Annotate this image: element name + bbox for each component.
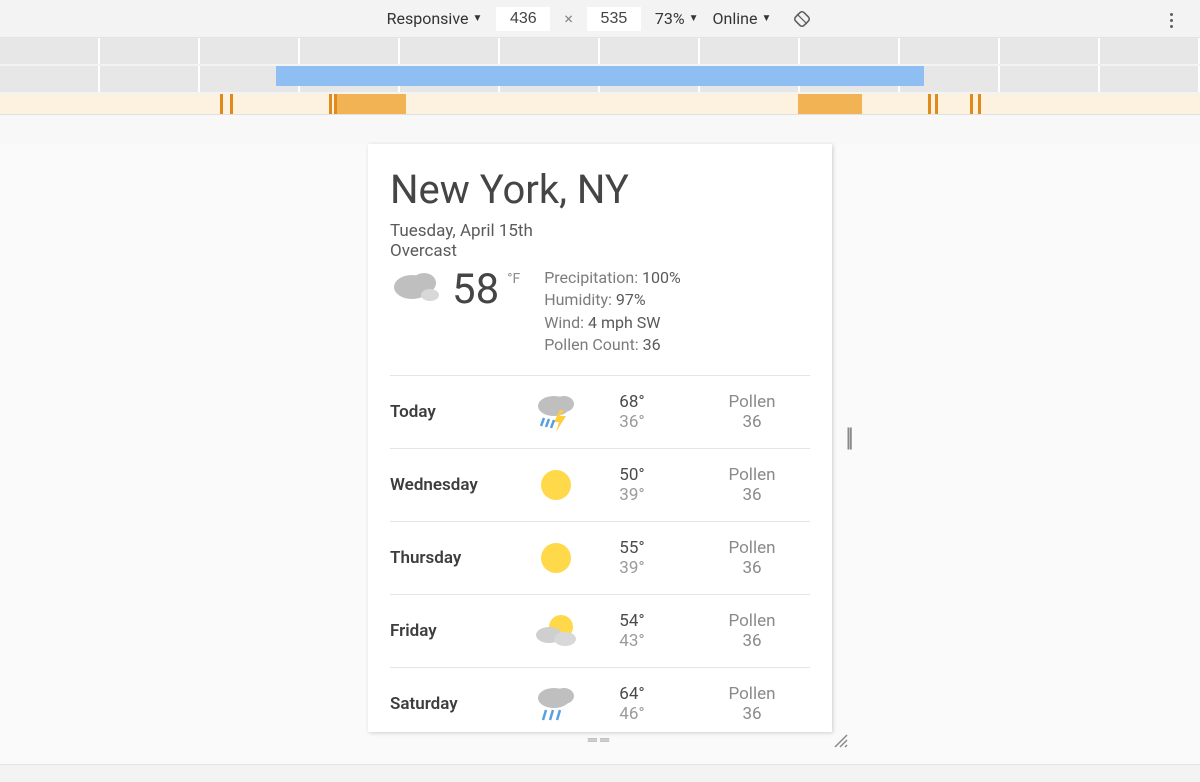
forecast-temps: 55°39° — [592, 538, 672, 578]
forecast-pollen: Pollen36 — [702, 611, 802, 651]
precip-value: 100% — [642, 268, 681, 287]
pollen-label: Pollen Count: — [544, 335, 639, 354]
device-frame: || ══ New York, NY Tuesday, April 15th O… — [368, 144, 832, 732]
forecast-day: Thursday — [390, 548, 520, 568]
forecast-high: 64° — [592, 684, 672, 704]
current-details: Precipitation: 100% Humidity: 97% Wind: … — [544, 267, 681, 357]
precip-label: Precipitation: — [544, 268, 638, 287]
media-query-bars — [0, 38, 1200, 115]
forecast-day: Saturday — [390, 694, 520, 714]
device-toolbar: Responsive ▼ × 73% ▼ Online ▼ — [0, 0, 1200, 38]
rotate-icon[interactable] — [791, 8, 813, 30]
zoom-label: 73% — [655, 9, 685, 28]
forecast-row: Friday 54°43° Pollen36 — [390, 595, 810, 668]
current-conditions: 58 °F Precipitation: 100% Humidity: 97% … — [390, 265, 810, 376]
resize-handle-corner[interactable] — [832, 732, 848, 748]
forecast-low: 36° — [592, 412, 672, 432]
forecast-day: Friday — [390, 621, 520, 641]
temp-unit: °F — [507, 271, 520, 287]
device-mode-select[interactable]: Responsive ▼ — [387, 9, 483, 28]
resize-handle-right[interactable]: || — [845, 423, 850, 453]
device-mode-label: Responsive — [387, 9, 469, 28]
mq-tick[interactable] — [230, 94, 233, 114]
overcast-icon — [390, 265, 444, 309]
mq-tick[interactable] — [334, 94, 337, 114]
location-title: New York, NY — [390, 166, 810, 213]
chevron-down-icon: ▼ — [689, 13, 699, 24]
dimension-separator: × — [564, 9, 573, 28]
forecast-pollen: Pollen36 — [702, 538, 802, 578]
forecast-pollen: Pollen36 — [702, 392, 802, 432]
pollen-value: 36 — [643, 335, 661, 354]
current-temp: 58 — [452, 265, 499, 314]
chevron-down-icon: ▼ — [472, 13, 482, 24]
mq-tick[interactable] — [970, 94, 973, 114]
humidity-label: Humidity: — [544, 290, 612, 309]
mq-tick[interactable] — [928, 94, 931, 114]
forecast-temps: 50°39° — [592, 465, 672, 505]
sunny-icon — [520, 465, 592, 505]
wind-value: 4 mph SW — [588, 313, 660, 332]
rain-icon — [520, 684, 592, 724]
wind-label: Wind: — [544, 313, 584, 332]
forecast-day: Today — [390, 402, 520, 422]
forecast-pollen: Pollen36 — [702, 465, 802, 505]
partly-cloudy-icon — [520, 611, 592, 651]
mq-tick[interactable] — [329, 94, 332, 114]
forecast-low: 46° — [592, 704, 672, 724]
forecast-row: Saturday 64°46° Pollen36 — [390, 668, 810, 732]
zoom-select[interactable]: 73% ▼ — [655, 9, 699, 28]
thunder-rain-icon — [520, 392, 592, 432]
mq-tick[interactable] — [220, 94, 223, 114]
forecast-high: 68° — [592, 392, 672, 412]
throttle-label: Online — [713, 9, 758, 28]
chevron-down-icon: ▼ — [761, 13, 771, 24]
viewport-canvas: || ══ New York, NY Tuesday, April 15th O… — [0, 144, 1200, 764]
forecast-row: Thursday 55°39° Pollen36 — [390, 522, 810, 595]
forecast-low: 39° — [592, 485, 672, 505]
resize-handle-bottom[interactable]: ══ — [588, 732, 612, 748]
forecast-high: 54° — [592, 611, 672, 631]
forecast-temps: 68°36° — [592, 392, 672, 432]
forecast-high: 55° — [592, 538, 672, 558]
viewport-height-input[interactable] — [587, 7, 641, 31]
date-text: Tuesday, April 15th — [390, 221, 810, 241]
forecast-low: 39° — [592, 558, 672, 578]
throttle-select[interactable]: Online ▼ — [713, 9, 772, 28]
forecast-list: Today68°36°Pollen36Wednesday50°39°Pollen… — [390, 376, 810, 732]
more-options-icon[interactable] — [1160, 9, 1182, 31]
breakpoint-blue-row[interactable] — [0, 66, 1200, 92]
sunny-icon — [520, 538, 592, 578]
mq-tick[interactable] — [935, 94, 938, 114]
forecast-temps: 64°46° — [592, 684, 672, 724]
forecast-temps: 54°43° — [592, 611, 672, 651]
condition-text: Overcast — [390, 241, 810, 261]
mq-segment[interactable] — [334, 94, 406, 114]
breakpoint-range-bar[interactable] — [276, 66, 924, 86]
breakpoint-top-row — [0, 38, 1200, 64]
viewport-width-input[interactable] — [496, 7, 550, 31]
weather-card: New York, NY Tuesday, April 15th Overcas… — [368, 144, 832, 732]
forecast-row: Wednesday 50°39° Pollen36 — [390, 449, 810, 522]
forecast-high: 50° — [592, 465, 672, 485]
mq-tick[interactable] — [978, 94, 981, 114]
forecast-pollen: Pollen36 — [702, 684, 802, 724]
forecast-row: Today 68°36° Pollen36 — [390, 376, 810, 449]
humidity-value: 97% — [616, 290, 646, 309]
forecast-day: Wednesday — [390, 475, 520, 495]
breakpoint-orange-row[interactable] — [0, 94, 1200, 114]
forecast-low: 43° — [592, 631, 672, 651]
mq-segment[interactable] — [798, 94, 862, 114]
status-bar — [0, 764, 1200, 782]
